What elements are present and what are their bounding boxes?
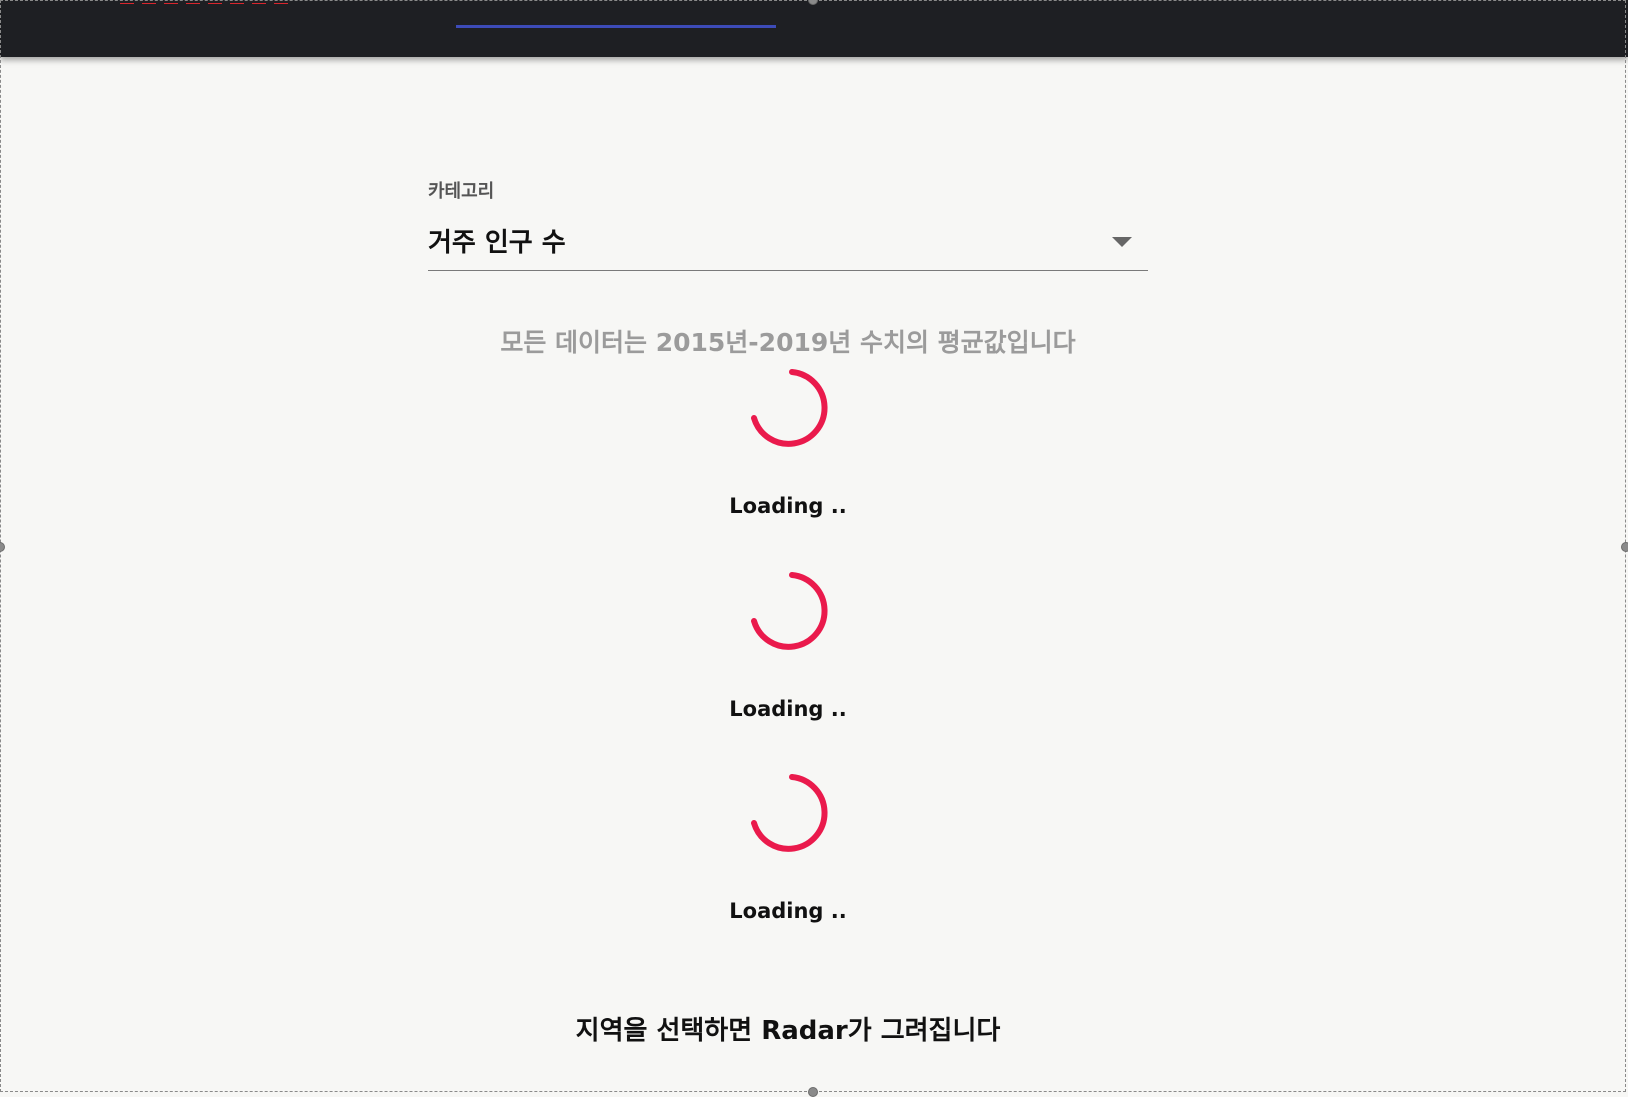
dropdown-arrow-icon: [1112, 237, 1132, 247]
brand-logo-cropped: [120, 0, 340, 4]
resize-handle-left[interactable]: [0, 542, 5, 552]
active-tab-indicator: [456, 25, 776, 28]
resize-handle-bottom[interactable]: [808, 1087, 818, 1097]
spinner-icon: [746, 569, 830, 653]
loading-text: Loading ..: [729, 899, 847, 923]
loading-text: Loading ..: [729, 494, 847, 518]
resize-handle-right[interactable]: [1621, 542, 1628, 552]
loading-indicator: Loading ..: [428, 771, 1148, 923]
category-select[interactable]: 거주 인구 수: [428, 210, 1148, 271]
category-select-value: 거주 인구 수: [428, 228, 566, 258]
category-label: 카테고리: [428, 181, 495, 202]
loading-indicator: Loading ..: [428, 569, 1148, 721]
radar-placeholder-message: 지역을 선택하면 Radar가 그려집니다: [575, 1016, 1001, 1046]
loading-text: Loading ..: [729, 697, 847, 721]
loading-indicator: Loading ..: [428, 366, 1148, 518]
spinner-icon: [746, 771, 830, 855]
data-average-notice: 모든 데이터는 2015년-2019년 수치의 평균값입니다: [500, 328, 1076, 357]
spinner-icon: [746, 366, 830, 450]
top-navigation-bar: [0, 0, 1628, 57]
selection-frame: [0, 0, 1626, 1092]
